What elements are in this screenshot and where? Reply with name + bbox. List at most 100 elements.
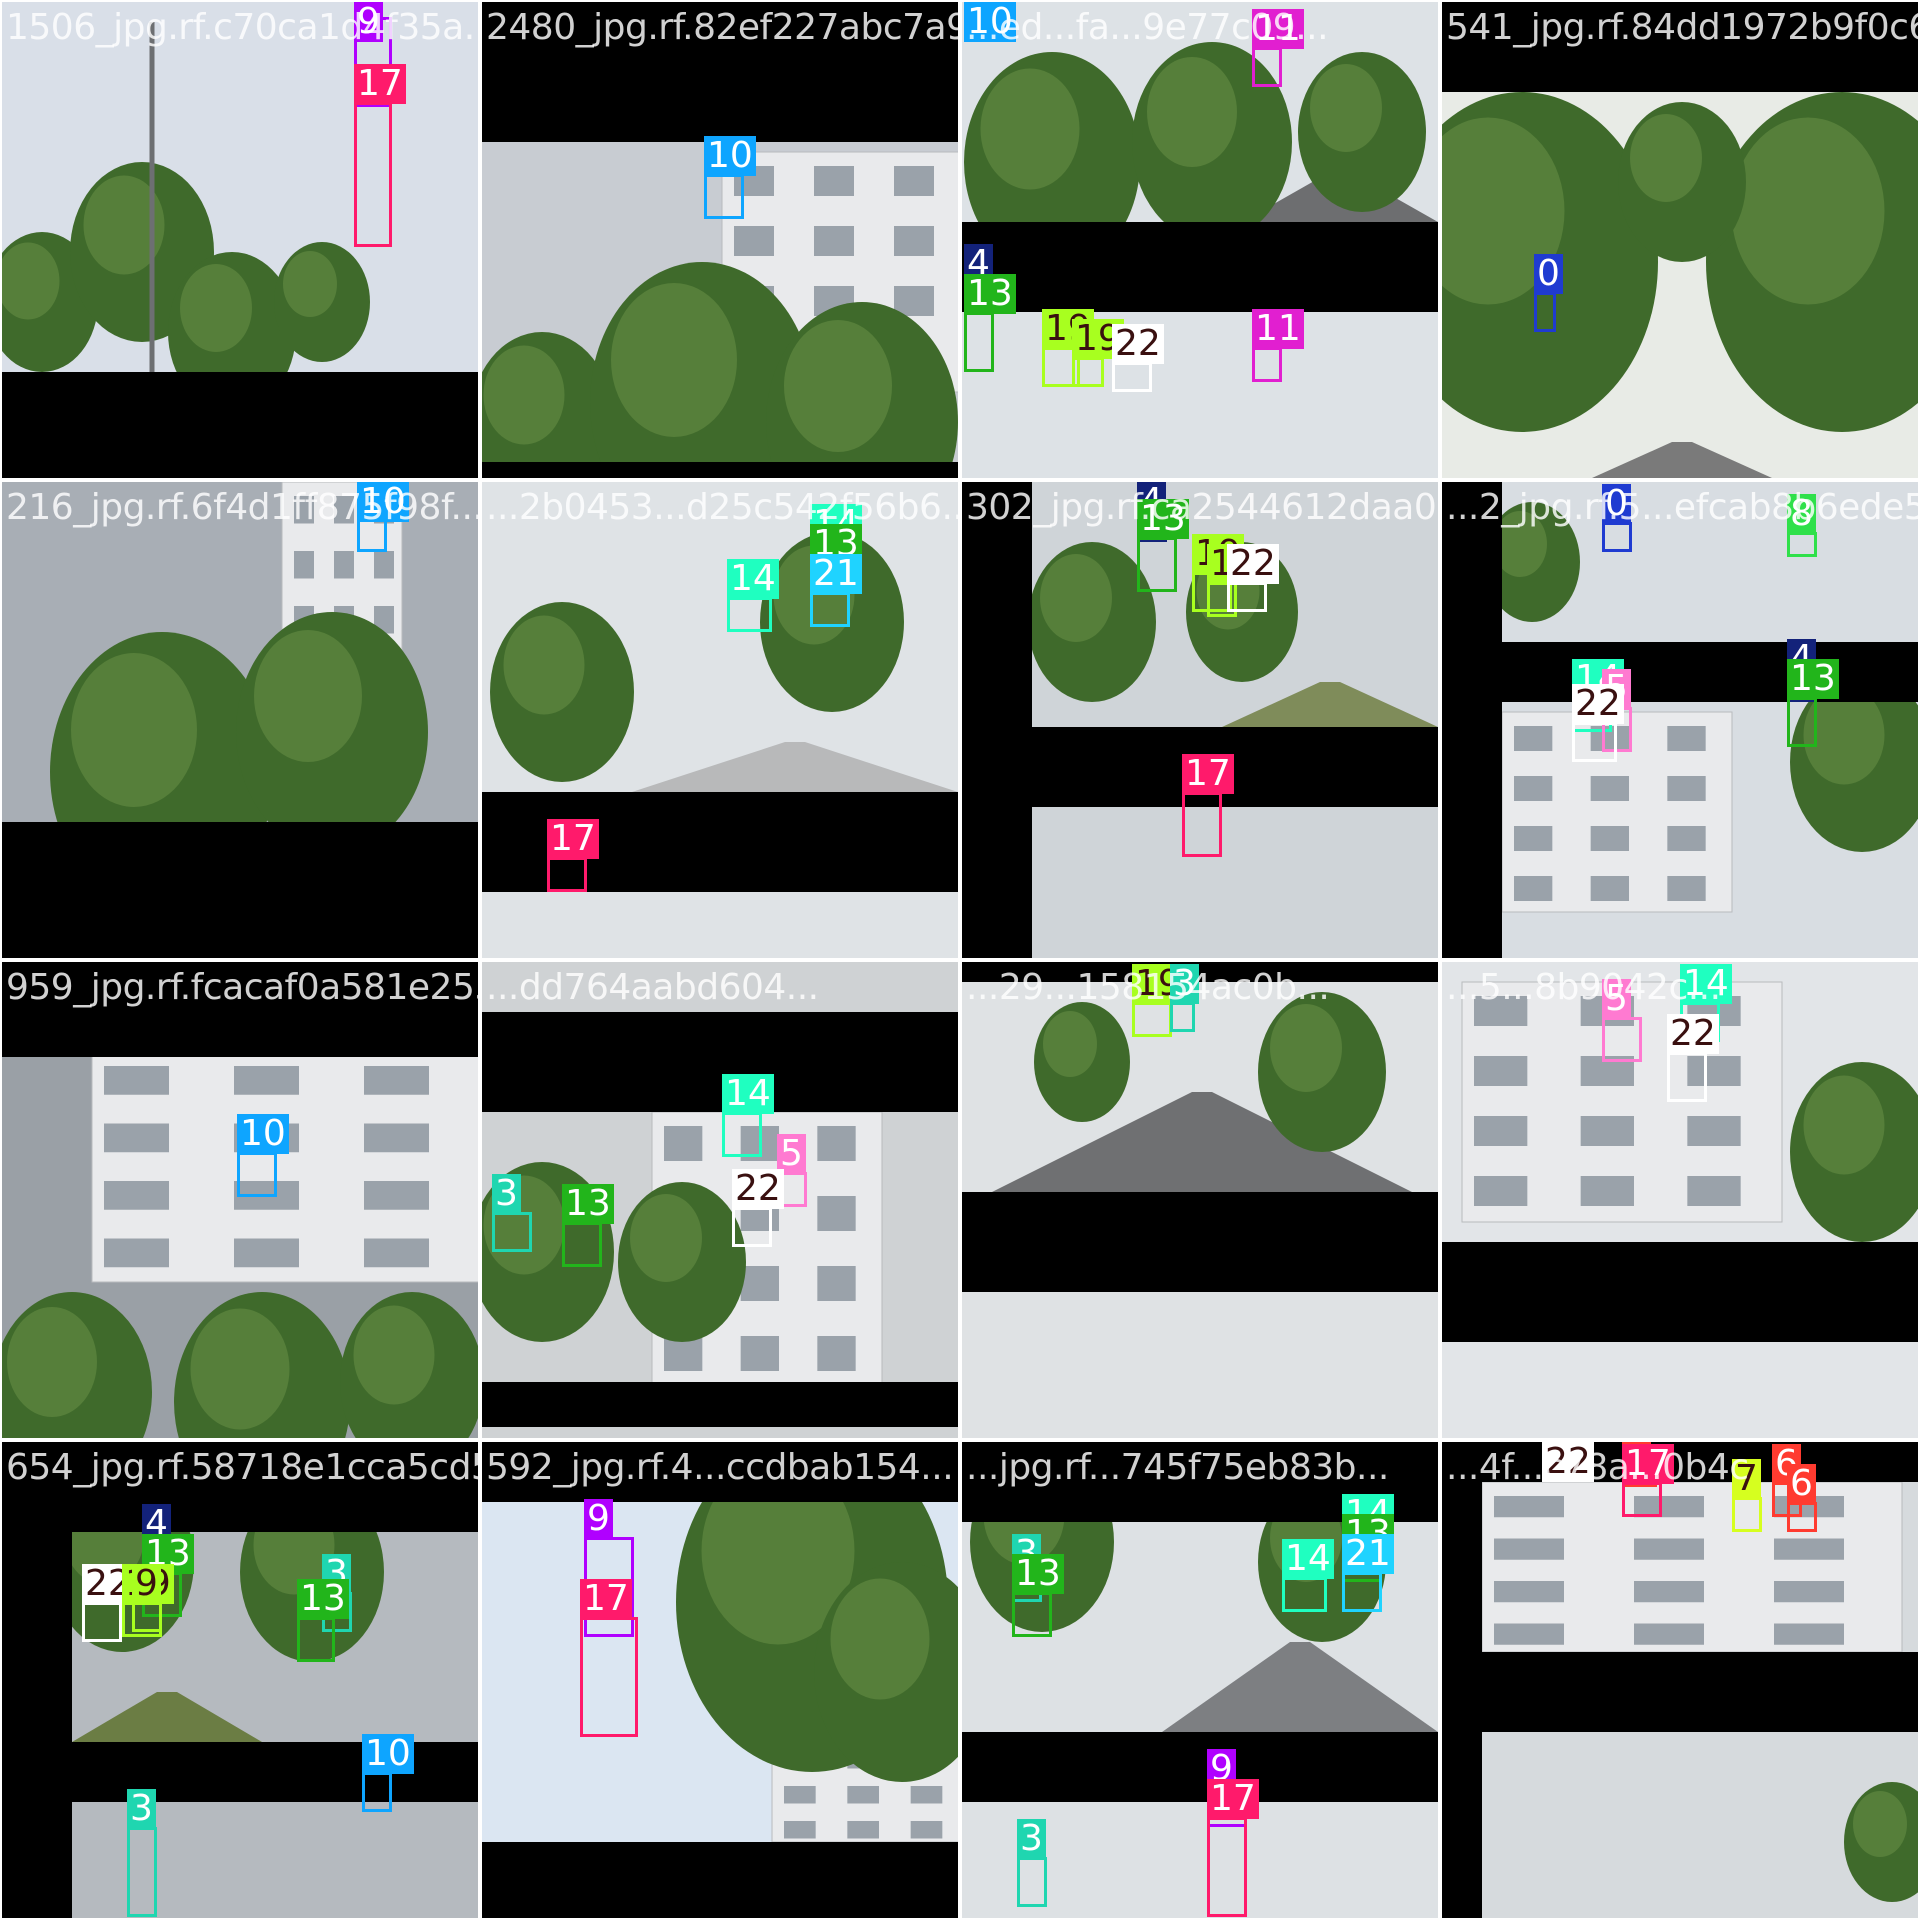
detection-class-label: 6 xyxy=(1787,1464,1816,1504)
window-shape xyxy=(1667,826,1706,851)
detection-box xyxy=(810,592,850,627)
detection-box xyxy=(1252,347,1282,382)
detection-class-label: 22 xyxy=(1572,684,1624,724)
detection-box xyxy=(1342,1572,1382,1612)
detection-mosaic: 9 17 1506_jpg.rf.c70ca1d4f35a... 10 2480_jpg… xyxy=(0,0,1920,1920)
detection-box xyxy=(82,1602,122,1642)
detection-class-label: 3 xyxy=(492,1174,521,1214)
window-shape xyxy=(1687,1116,1741,1146)
window-shape xyxy=(1634,1581,1704,1603)
mosaic-tile: 19 3 ...29...158154ac0b... xyxy=(962,962,1438,1438)
detection-box xyxy=(1572,722,1617,762)
window-shape xyxy=(1667,726,1706,751)
letterbox-bar xyxy=(962,222,1438,312)
window-shape xyxy=(740,1266,779,1301)
window-shape xyxy=(364,1066,429,1095)
window-shape xyxy=(104,1066,169,1095)
tile-filename-caption: 959_jpg.rf.fcacaf0a581e255... xyxy=(6,967,478,1008)
letterbox-bar xyxy=(1442,1242,1918,1342)
mosaic-tile: 1413211417...2b0453...d25c542f56b6... xyxy=(482,482,958,958)
letterbox-bar xyxy=(1502,642,1918,702)
tree-foliage xyxy=(630,1194,702,1282)
window-shape xyxy=(847,1786,879,1804)
detection-class-label: 13 xyxy=(297,1579,349,1619)
window-shape xyxy=(1774,1623,1844,1645)
detection-box xyxy=(1732,1497,1762,1532)
mosaic-tile: 10 216_jpg.rf.6f4d1ff875f98f... xyxy=(2,482,478,958)
detection-class-label: 22 xyxy=(1112,324,1164,364)
window-shape xyxy=(364,1123,429,1153)
window-shape xyxy=(894,166,934,196)
window-shape xyxy=(1774,1581,1844,1603)
letterbox-bar xyxy=(962,482,1032,958)
window-shape xyxy=(740,1336,779,1371)
tile-filename-caption: ...jpg.rf...745f75eb83b... xyxy=(966,1447,1389,1488)
detection-box xyxy=(547,857,587,892)
scene-photo xyxy=(482,962,958,1438)
detection-box xyxy=(1017,1857,1047,1907)
letterbox-bar xyxy=(962,1192,1438,1292)
detection-box xyxy=(1207,1817,1247,1917)
detection-box xyxy=(732,1207,772,1247)
detection-box xyxy=(492,1212,532,1252)
tile-filename-caption: 654_jpg.rf.58718e1cca5cd5... xyxy=(6,1447,478,1488)
window-shape xyxy=(817,1196,856,1231)
detection-box xyxy=(127,1827,157,1917)
scene-photo xyxy=(962,2,1438,478)
window-shape xyxy=(1514,826,1553,851)
scene-photo xyxy=(482,1442,958,1918)
detection-box xyxy=(354,102,392,247)
tree-foliage xyxy=(1803,1075,1885,1175)
window-shape xyxy=(1590,826,1629,851)
detection-box xyxy=(1534,292,1556,332)
tile-filename-caption: 2480_jpg.rf.82ef227abc7a9... xyxy=(486,7,958,48)
scene-photo xyxy=(2,2,478,478)
tile-filename-caption: 1506_jpg.rf.c70ca1d4f35a... xyxy=(6,7,478,48)
scene-photo xyxy=(482,2,958,478)
letterbox-bar xyxy=(1442,1442,1482,1918)
detection-class-label: 11 xyxy=(1252,309,1304,349)
tree-foliage xyxy=(611,283,737,437)
mosaic-tile: 10 959_jpg.rf.fcacaf0a581e255... xyxy=(2,962,478,1438)
tree-foliage xyxy=(1731,117,1885,305)
scene-photo xyxy=(1442,2,1918,478)
detection-class-label: 21 xyxy=(810,554,862,594)
tile-filename-caption: 541_jpg.rf.84dd1972b9f0c63 xyxy=(1446,7,1918,48)
detection-class-label: 13 xyxy=(562,1184,614,1224)
window-shape xyxy=(1494,1623,1564,1645)
tree-foliage xyxy=(1040,554,1112,642)
tile-filename-caption: ...4f...c78a...0b4c xyxy=(1446,1447,1749,1488)
detection-box xyxy=(562,1222,602,1267)
window-shape xyxy=(817,1336,856,1371)
detection-class-label: 14 xyxy=(1282,1539,1334,1579)
tree-foliage xyxy=(254,630,362,762)
tree-foliage xyxy=(1853,1791,1907,1857)
window-shape xyxy=(814,166,854,196)
detection-class-label: 14 xyxy=(727,559,779,599)
letterbox-bar xyxy=(1032,727,1438,807)
window-shape xyxy=(847,1821,879,1839)
detection-class-label: 3 xyxy=(1017,1819,1046,1859)
tree-foliage xyxy=(1630,114,1702,202)
tree-foliage xyxy=(483,345,565,445)
window-shape xyxy=(784,1786,816,1804)
window-shape xyxy=(1774,1538,1844,1560)
window-shape xyxy=(1514,726,1553,751)
window-shape xyxy=(1474,1176,1528,1206)
detection-box xyxy=(580,1617,638,1737)
window-shape xyxy=(1580,1116,1634,1146)
window-shape xyxy=(814,226,854,256)
detection-box xyxy=(1072,357,1104,387)
letterbox-bar xyxy=(482,462,958,478)
window-shape xyxy=(234,1238,299,1268)
tree-foliage xyxy=(1147,57,1237,167)
window-shape xyxy=(104,1123,169,1153)
window-shape xyxy=(294,551,314,579)
tree-foliage xyxy=(1270,1004,1342,1092)
window-shape xyxy=(104,1238,169,1268)
window-shape xyxy=(1667,876,1706,901)
detection-box xyxy=(297,1617,335,1662)
detection-class-label: 17 xyxy=(1207,1779,1259,1819)
letterbox-bar xyxy=(482,1842,958,1918)
tree-foliage xyxy=(830,1578,930,1700)
